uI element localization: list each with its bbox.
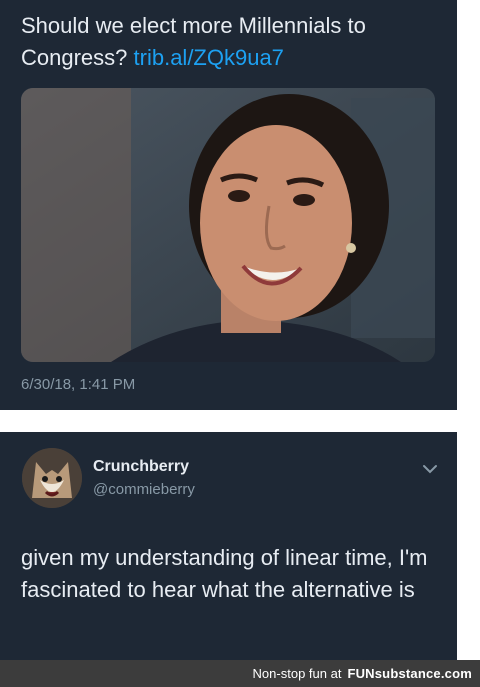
portrait-image (21, 88, 435, 362)
tweet-photo[interactable] (21, 88, 435, 362)
user-handle[interactable]: @commieberry (93, 481, 195, 498)
top-tweet-text: Should we elect more Millennials to Cong… (21, 10, 441, 74)
top-tweet-link[interactable]: trib.al/ZQk9ua7 (134, 45, 284, 70)
page: Should we elect more Millennials to Cong… (0, 0, 480, 687)
watermark-footer: Non-stop fun at FUNsubstance.com (0, 660, 480, 687)
display-name[interactable]: Crunchberry (93, 458, 189, 476)
avatar[interactable] (22, 448, 82, 508)
footer-brand: FUNsubstance.com (347, 666, 472, 681)
footer-tagline: Non-stop fun at (252, 666, 342, 681)
chevron-down-icon[interactable] (421, 460, 439, 478)
reply-tweet-card: Crunchberry @commieberry given my unders… (0, 432, 457, 660)
reply-tweet-text: given my understanding of linear time, I… (21, 545, 428, 602)
tweet-timestamp: 6/30/18, 1:41 PM (21, 376, 136, 393)
top-tweet-card: Should we elect more Millennials to Cong… (0, 0, 457, 410)
wolf-avatar-icon (22, 448, 82, 508)
